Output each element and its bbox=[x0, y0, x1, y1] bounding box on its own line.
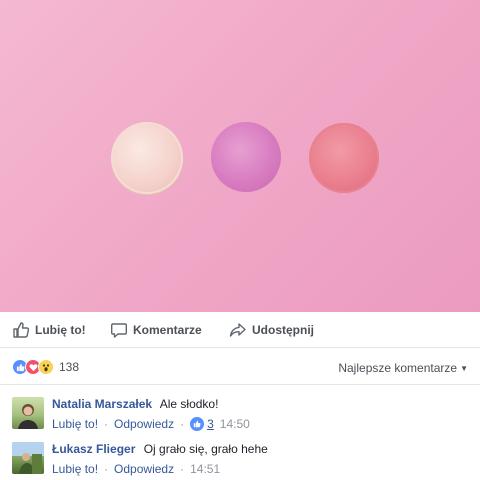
reaction-count: 138 bbox=[59, 360, 80, 374]
macaron-cream bbox=[111, 122, 183, 194]
wow-icon bbox=[38, 359, 54, 375]
like-button[interactable]: Lubię to! bbox=[12, 312, 86, 348]
macaron-violet bbox=[211, 122, 281, 192]
like-icon bbox=[190, 417, 205, 431]
reactions-summary: 138 Najlepsze komentarze ▼ bbox=[0, 349, 480, 385]
separator-dot: · bbox=[180, 462, 185, 476]
comment-like-number: 3 bbox=[207, 417, 214, 431]
comment-author[interactable]: Łukasz Flieger bbox=[52, 442, 135, 456]
comment-timestamp[interactable]: 14:50 bbox=[220, 417, 250, 431]
separator-dot: · bbox=[104, 417, 109, 431]
thumbs-up-icon bbox=[13, 321, 30, 338]
comment-like-link[interactable]: Lubię to! bbox=[52, 462, 98, 476]
comment-sort-dropdown[interactable]: Najlepsze komentarze ▼ bbox=[338, 361, 468, 375]
comment-like-link[interactable]: Lubię to! bbox=[52, 417, 98, 431]
comment-meta: Lubię to! · Odpowiedz · 14:51 bbox=[52, 462, 268, 476]
separator-dot: · bbox=[180, 417, 185, 431]
comment-timestamp[interactable]: 14:51 bbox=[190, 462, 220, 476]
comment-author[interactable]: Natalia Marszałek bbox=[52, 397, 152, 411]
avatar[interactable] bbox=[12, 442, 44, 474]
post-action-bar: Lubię to! Komentarze Udostępnij bbox=[0, 312, 480, 348]
comment-reply-link[interactable]: Odpowiedz bbox=[114, 462, 174, 476]
comment-body: Natalia Marszałek Ale słodko! Lubię to! … bbox=[52, 397, 250, 431]
caret-down-icon: ▼ bbox=[460, 363, 468, 373]
separator-dot: · bbox=[104, 462, 109, 476]
share-arrow-icon bbox=[229, 322, 246, 337]
comment-text: Oj grało się, grało hehe bbox=[143, 442, 268, 456]
comment-icon bbox=[111, 322, 127, 338]
comment-meta: Lubię to! · Odpowiedz · 3 14:50 bbox=[52, 417, 250, 431]
like-button-label: Lubię to! bbox=[35, 322, 86, 337]
macaron-pink bbox=[309, 123, 379, 193]
comment-like-count[interactable]: 3 bbox=[190, 417, 214, 431]
comment-button[interactable]: Komentarze bbox=[110, 312, 202, 348]
reactions-link[interactable]: 138 bbox=[12, 359, 79, 375]
comment-button-label: Komentarze bbox=[133, 322, 202, 337]
comment-body: Łukasz Flieger Oj grało się, grało hehe … bbox=[52, 442, 268, 476]
avatar[interactable] bbox=[12, 397, 44, 429]
comment-text: Ale słodko! bbox=[159, 397, 219, 411]
post-photo[interactable] bbox=[0, 0, 480, 312]
comment-sort-label: Najlepsze komentarze bbox=[338, 361, 458, 375]
share-button[interactable]: Udostępnij bbox=[229, 312, 314, 348]
comment-reply-link[interactable]: Odpowiedz bbox=[114, 417, 174, 431]
share-button-label: Udostępnij bbox=[252, 322, 314, 337]
